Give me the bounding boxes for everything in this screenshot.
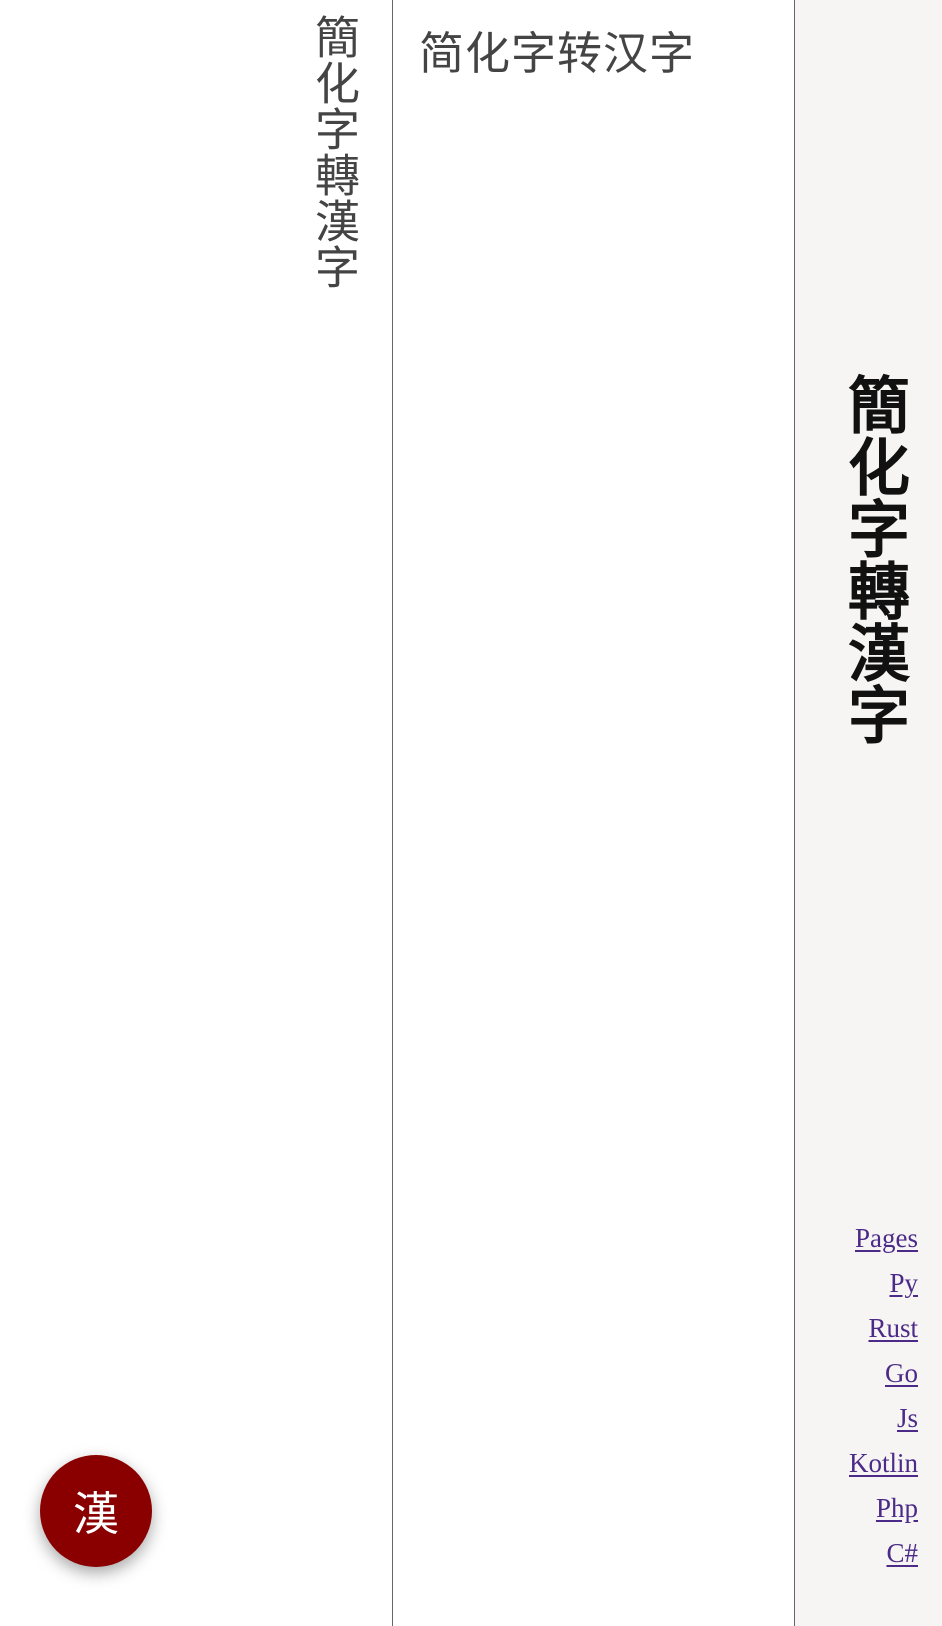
link-kotlin[interactable]: Kotlin xyxy=(849,1441,918,1486)
output-pane[interactable]: 簡化字轉漢字 xyxy=(0,0,393,1626)
input-pane[interactable]: 简化字转汉字 xyxy=(393,0,795,1626)
link-rust[interactable]: Rust xyxy=(868,1306,918,1351)
site-title: 簡化字轉漢字 xyxy=(837,373,910,745)
link-py[interactable]: Py xyxy=(889,1261,918,1306)
link-js[interactable]: Js xyxy=(897,1396,918,1441)
link-pages[interactable]: Pages xyxy=(855,1216,918,1261)
sidebar-links: Pages Py Rust Go Js Kotlin Php C# xyxy=(849,1216,918,1576)
link-php[interactable]: Php xyxy=(876,1486,918,1531)
convert-button[interactable]: 漢 xyxy=(40,1455,152,1567)
sidebar: 簡化字轉漢字 Pages Py Rust Go Js Kotlin Php C# xyxy=(795,0,942,1626)
link-csharp[interactable]: C# xyxy=(886,1531,918,1576)
converted-output-text[interactable]: 簡化字轉漢字 xyxy=(307,14,360,290)
link-go[interactable]: Go xyxy=(885,1351,918,1396)
page: 簡化字轉漢字 简化字转汉字 簡化字轉漢字 Pages Py Rust Go Js… xyxy=(0,0,942,1626)
simplified-input-text[interactable]: 简化字转汉字 xyxy=(419,26,695,82)
